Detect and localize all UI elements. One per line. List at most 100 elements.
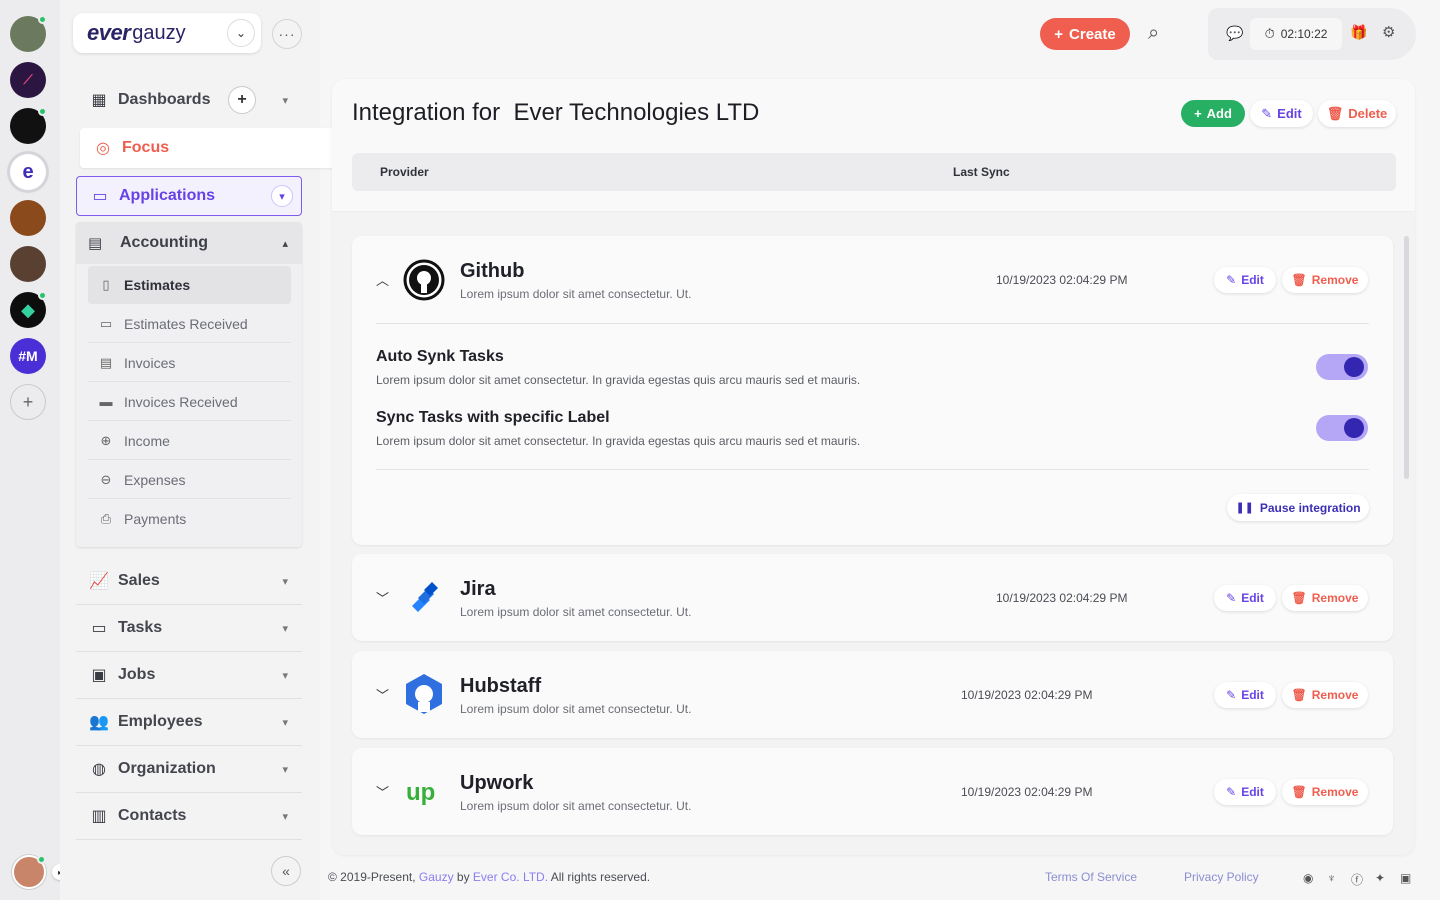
twitter-icon[interactable]: ✦: [1375, 871, 1385, 885]
trash-icon: 🗑: [1326, 105, 1344, 121]
sidebar-item-estimates[interactable]: ▯ Estimates: [88, 266, 291, 304]
gauzy-link[interactable]: Gauzy: [419, 870, 454, 884]
gitlab-icon[interactable]: ♆: [1327, 871, 1336, 885]
edit-integration-button[interactable]: ✎ Edit: [1214, 682, 1276, 708]
upwork-icon: up: [402, 770, 446, 814]
workspace-avatar-m[interactable]: #M: [10, 338, 46, 374]
nav-label: Tasks: [118, 619, 163, 636]
workspace-avatar-6[interactable]: [10, 246, 46, 282]
more-icon[interactable]: ···: [272, 19, 302, 49]
pencil-icon: ✎: [1226, 273, 1237, 287]
nav-contacts[interactable]: ▥ Contacts ▾: [76, 796, 302, 836]
edit-integration-button[interactable]: ✎ Edit: [1214, 585, 1276, 611]
brand-selector[interactable]: ever gauzy ⌄: [73, 13, 261, 53]
column-last-sync[interactable]: Last Sync: [953, 165, 1010, 179]
id-card-icon: ▤: [88, 235, 103, 252]
create-button[interactable]: + Create: [1040, 18, 1130, 50]
rights-text: All rights reserved.: [548, 870, 651, 884]
hubstaff-icon: [402, 672, 446, 716]
trash-icon: 🗑: [1291, 273, 1307, 287]
gift-icon[interactable]: 🎁: [1350, 24, 1367, 41]
workspace-avatar-2[interactable]: ⟋: [10, 62, 46, 98]
brand-logo-gauzy: gauzy: [132, 21, 186, 44]
workspace-avatar-1[interactable]: [10, 15, 47, 52]
add-workspace-button[interactable]: +: [10, 384, 46, 420]
sidebar-item-income[interactable]: ⊕ Income: [88, 422, 291, 460]
chat-icon[interactable]: 💬: [1226, 25, 1243, 42]
company-link[interactable]: Ever Co. LTD.: [473, 870, 548, 884]
linkedin-icon[interactable]: ▣: [1400, 871, 1411, 885]
chevron-down-icon[interactable]: ▾: [282, 622, 288, 635]
user-avatar[interactable]: [12, 855, 46, 889]
edit-button[interactable]: ✎ Edit: [1250, 100, 1313, 127]
by-text: by: [453, 870, 473, 884]
pencil-icon: ✎: [1261, 105, 1273, 121]
chevron-up-icon[interactable]: ▴: [282, 237, 288, 250]
nav-applications[interactable]: ▭ Applications ▾: [76, 176, 302, 216]
edit-integration-button[interactable]: ✎ Edit: [1214, 779, 1276, 805]
workspace-avatar-5[interactable]: [10, 200, 46, 236]
chevron-down-icon[interactable]: ▾: [282, 716, 288, 729]
sidebar-item-expenses[interactable]: ⊖ Expenses: [88, 461, 291, 499]
auto-sync-toggle[interactable]: [1316, 354, 1368, 380]
column-provider[interactable]: Provider: [380, 165, 429, 179]
copyright-text: © 2019-Present,: [328, 870, 419, 884]
chevron-down-icon[interactable]: ﹀: [376, 782, 389, 801]
nav-accounting[interactable]: ▤ Accounting ▴: [76, 222, 302, 264]
nav-dashboards[interactable]: ▦ Dashboards + ▾: [76, 80, 302, 120]
nav-organization[interactable]: ◍ Organization ▾: [76, 749, 302, 789]
chevron-down-icon[interactable]: ﹀: [376, 588, 389, 607]
nav-sales[interactable]: 📈 Sales ▾: [76, 561, 302, 601]
users-icon: 👥: [89, 714, 109, 731]
remove-integration-button[interactable]: 🗑 Remove: [1282, 585, 1368, 611]
divider: [76, 839, 302, 840]
nav-label: Focus: [122, 139, 170, 156]
privacy-link[interactable]: Privacy Policy: [1184, 870, 1259, 884]
printer-icon: ⎙: [100, 511, 112, 526]
sidebar-item-payments[interactable]: ⎙ Payments: [88, 500, 291, 538]
search-icon[interactable]: ⌕: [1148, 22, 1159, 45]
facebook-icon[interactable]: ⓕ: [1351, 871, 1363, 888]
chevron-down-icon[interactable]: ▾: [282, 94, 288, 107]
collapse-sidebar-icon[interactable]: «: [271, 856, 301, 886]
github-icon[interactable]: ◉: [1303, 871, 1313, 885]
chevron-down-icon[interactable]: ▾: [282, 763, 288, 776]
workspace-avatar-7[interactable]: ◆: [10, 291, 47, 328]
scrollbar[interactable]: [1404, 236, 1409, 479]
nav-tasks[interactable]: ▭ Tasks ▾: [76, 608, 302, 648]
pause-icon: ❚❚: [1235, 502, 1254, 514]
chevron-down-icon[interactable]: ﹀: [376, 685, 389, 704]
chevron-down-icon[interactable]: ⌄: [227, 19, 255, 47]
divider: [76, 792, 302, 793]
sidebar-item-invoices[interactable]: ▤ Invoices: [88, 344, 291, 382]
terms-link[interactable]: Terms Of Service: [1045, 870, 1137, 884]
delete-button[interactable]: 🗑 Delete: [1318, 100, 1396, 127]
chevron-up-icon[interactable]: ︿: [376, 270, 389, 289]
timer-button[interactable]: ⏱ 02:10:22: [1250, 18, 1342, 50]
remove-integration-button[interactable]: 🗑 Remove: [1282, 267, 1368, 293]
pause-integration-button[interactable]: ❚❚ Pause integration: [1227, 494, 1369, 521]
remove-integration-button[interactable]: 🗑 Remove: [1282, 682, 1368, 708]
chevron-down-icon[interactable]: ▾: [271, 185, 293, 207]
window-icon: ▭: [92, 188, 108, 205]
gear-icon[interactable]: ⚙: [1382, 23, 1395, 41]
edit-label: Edit: [1277, 106, 1302, 121]
remove-integration-button[interactable]: 🗑 Remove: [1282, 779, 1368, 805]
nav-employees[interactable]: 👥 Employees ▾: [76, 702, 302, 742]
add-button[interactable]: + Add: [1181, 100, 1245, 127]
label-sync-toggle[interactable]: [1316, 415, 1368, 441]
integration-card-upwork: ﹀ up Upwork Lorem ipsum dolor sit amet c…: [352, 748, 1393, 835]
edit-label: Edit: [1241, 591, 1264, 605]
add-dashboard-button[interactable]: +: [228, 86, 256, 114]
workspace-avatar-ever[interactable]: e: [10, 154, 46, 190]
chevron-down-icon[interactable]: ▾: [282, 810, 288, 823]
trash-icon: 🗑: [1291, 785, 1307, 799]
sidebar-item-invoices-received[interactable]: ▬ Invoices Received: [88, 383, 291, 421]
integration-card-jira: ﹀ Jira Lorem ipsum dolor sit amet consec…: [352, 554, 1393, 641]
chevron-down-icon[interactable]: ▾: [282, 669, 288, 682]
nav-jobs[interactable]: ▣ Jobs ▾: [76, 655, 302, 695]
edit-integration-button[interactable]: ✎ Edit: [1214, 267, 1276, 293]
workspace-avatar-3[interactable]: [10, 107, 47, 144]
chevron-down-icon[interactable]: ▾: [282, 575, 288, 588]
sidebar-item-estimates-received[interactable]: ▭ Estimates Received: [88, 305, 291, 343]
